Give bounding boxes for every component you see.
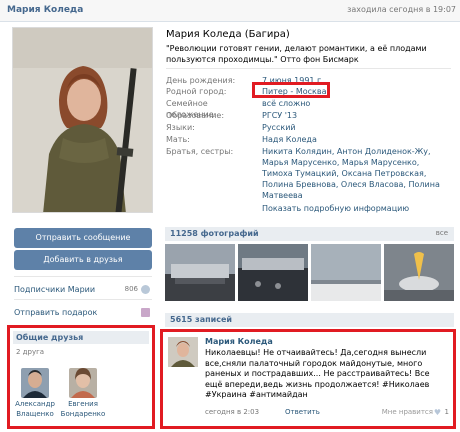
info-label: Родной город:	[166, 87, 227, 96]
profile-full-name: Мария Коледа (Багира)	[166, 29, 290, 40]
info-label: Мать:	[166, 135, 190, 144]
info-label: Образование:	[166, 111, 225, 120]
info-row-mother: Мать: Надя Коледа	[166, 134, 456, 145]
send-message-button[interactable]: Отправить сообщение	[14, 228, 152, 248]
heart-icon[interactable]: ♥	[434, 408, 441, 417]
highlight-hometown	[252, 82, 330, 98]
show-more-info-link[interactable]: Показать подробную информацию	[262, 204, 409, 213]
info-row-siblings: Братья, сестры: Никита Колядин, Антон До…	[166, 146, 456, 200]
photos-all-link[interactable]: все	[436, 229, 448, 237]
divider	[166, 68, 451, 69]
mutual-friends-block: Общие друзья 2 друга Александр Влащенко …	[7, 325, 155, 429]
wall-post: Мария Коледа Николаевцы! Не отчаивайтесь…	[160, 329, 456, 429]
friend-last-name: Влащенко	[16, 410, 54, 418]
friend-first-name: Евгения	[68, 400, 98, 408]
mutual-friends-title[interactable]: Общие друзья	[13, 331, 149, 344]
post-timestamp[interactable]: сегодня в 2:03	[205, 408, 259, 416]
photo-thumbnail[interactable]	[384, 244, 454, 301]
subscribers-label: Подписчики Марии	[14, 285, 96, 294]
friend-item[interactable]: Александр Влащенко	[10, 368, 60, 418]
wall-title[interactable]: 5615 записей	[170, 315, 232, 324]
post-text: Николаевцы! Не отчаивайтесь! Да,сегодня …	[205, 348, 430, 399]
profile-header-bar: Мария Коледа заходила сегодня в 19:07	[0, 0, 460, 22]
info-value[interactable]: РГСУ '13	[262, 110, 452, 121]
photo-thumbnail[interactable]	[311, 244, 381, 301]
divider	[14, 299, 152, 300]
mutual-friends-count: 2 друга	[16, 348, 45, 356]
send-gift-link[interactable]: Отправить подарок	[14, 308, 152, 317]
info-row-relationship: Семейное положение: всё сложно	[166, 98, 456, 119]
wall-header[interactable]: 5615 записей	[165, 313, 454, 327]
friend-avatar[interactable]	[69, 368, 97, 398]
reply-link[interactable]: Ответить	[285, 408, 320, 416]
divider	[14, 276, 152, 277]
subscribers-link[interactable]: Подписчики Марии 806	[14, 285, 152, 294]
info-label: Языки:	[166, 123, 195, 132]
like-count: 1	[444, 408, 449, 416]
friend-first-name: Александр	[15, 400, 55, 408]
status-quote: "Революции готовят гении, делают романти…	[166, 44, 427, 64]
profile-photo[interactable]	[12, 27, 153, 213]
friend-last-name: Бондаренко	[60, 410, 106, 418]
info-value[interactable]: всё сложно	[262, 98, 452, 109]
friend-item[interactable]: Евгения Бондаренко	[58, 368, 108, 418]
last-seen: заходила сегодня в 19:07	[347, 5, 456, 14]
info-value[interactable]: Никита Колядин, Антон Долиденок-Жу, Марь…	[262, 146, 452, 201]
add-friend-button[interactable]: Добавить в друзья	[14, 250, 152, 270]
friend-avatar[interactable]	[21, 368, 49, 398]
like-label[interactable]: Мне нравится	[382, 408, 433, 416]
info-label: Братья, сестры:	[166, 147, 234, 156]
gift-icon	[141, 308, 150, 317]
post-author-avatar[interactable]	[168, 337, 198, 367]
info-row-education: Образование: РГСУ '13	[166, 110, 456, 121]
post-author-name[interactable]: Мария Коледа	[205, 337, 273, 346]
send-gift-label: Отправить подарок	[14, 308, 98, 317]
photo-thumbnail[interactable]	[165, 244, 235, 301]
profile-photo-image	[13, 28, 152, 212]
subscribers-icon	[141, 285, 150, 294]
info-value[interactable]: Надя Коледа	[262, 134, 452, 145]
photos-header[interactable]: 11258 фотографий все	[165, 227, 454, 241]
header-name: Мария Коледа	[7, 5, 84, 15]
info-row-languages: Языки: Русский	[166, 122, 456, 133]
subscribers-count: 806	[124, 285, 138, 293]
photo-thumbnail[interactable]	[238, 244, 308, 301]
photos-title[interactable]: 11258 фотографий	[170, 229, 259, 238]
info-label: День рождения:	[166, 76, 236, 85]
info-value[interactable]: Русский	[262, 122, 452, 133]
